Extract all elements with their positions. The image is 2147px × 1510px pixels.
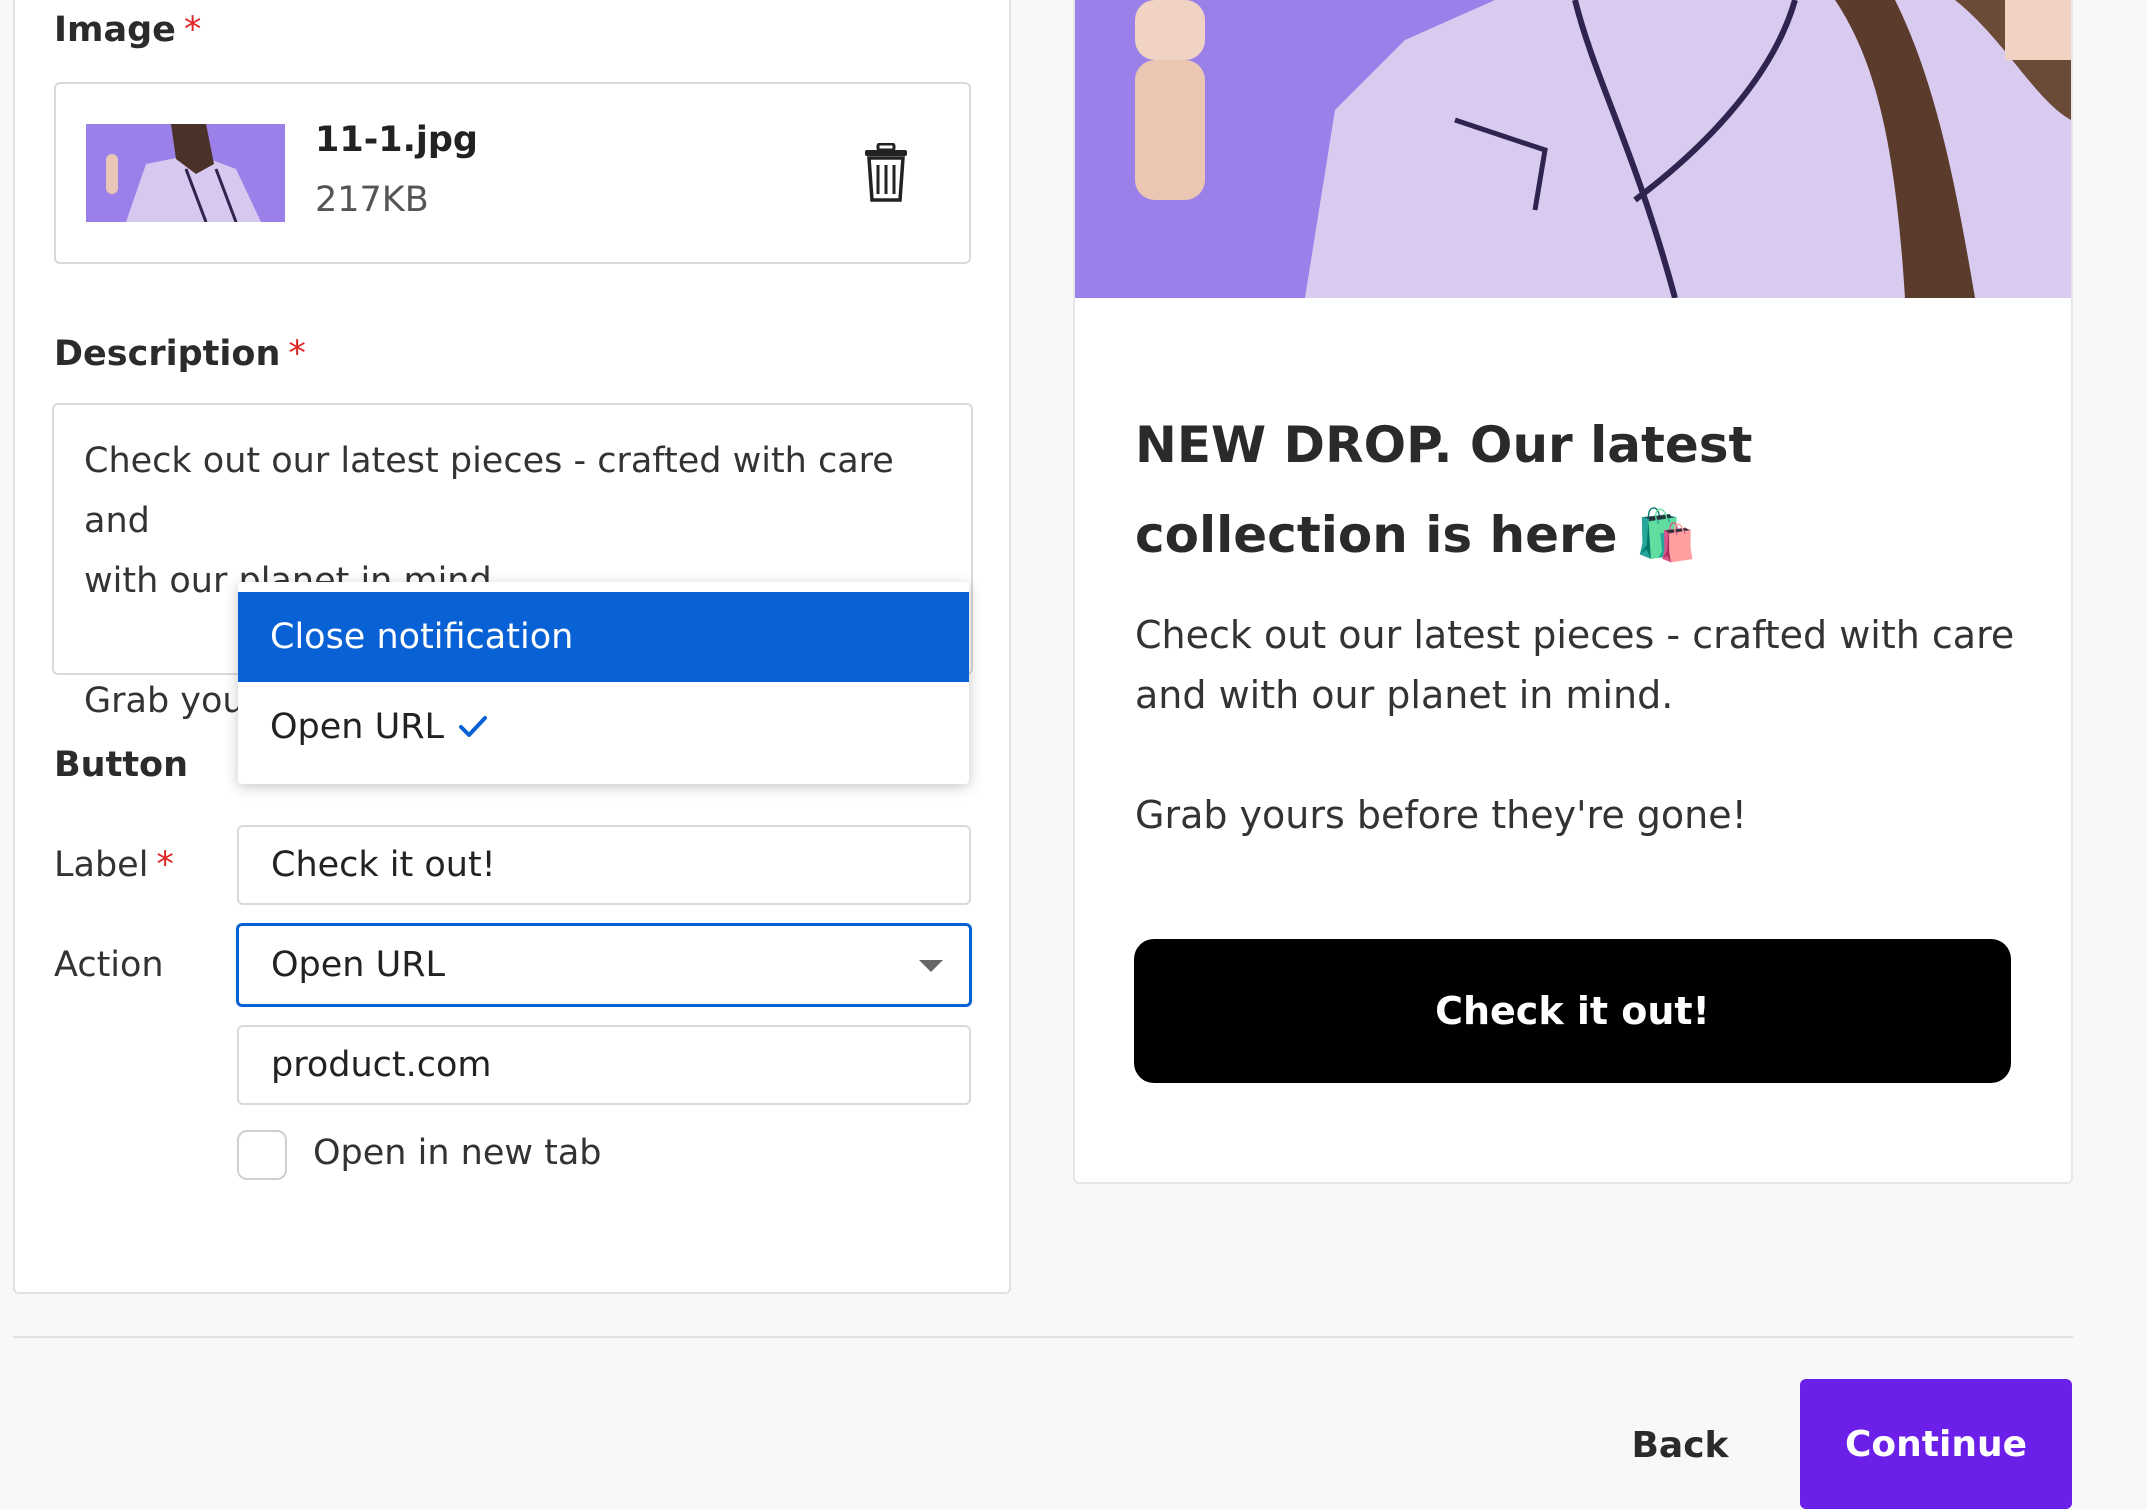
url-input[interactable]: product.com — [237, 1025, 971, 1105]
image-label-text: Image — [54, 10, 176, 50]
required-mark: * — [288, 334, 306, 374]
image-field-label: Image * — [54, 10, 201, 50]
check-icon — [459, 716, 488, 737]
preview-body-line: Check out our latest pieces - crafted wi… — [1135, 613, 2027, 717]
dropdown-option-open-url[interactable]: Open URL — [238, 682, 969, 772]
continue-button[interactable]: Continue — [1800, 1379, 2072, 1509]
preview-cta-button[interactable]: Check it out! — [1134, 939, 2011, 1083]
button-section-label: Button — [54, 745, 189, 785]
required-mark: * — [156, 845, 174, 885]
preview-body-line: Grab yours before they're gone! — [1135, 793, 1747, 837]
file-size: 217KB — [315, 180, 429, 220]
open-new-tab-label[interactable]: Open in new tab — [313, 1133, 602, 1173]
footer-divider — [13, 1336, 2073, 1338]
action-select-value: Open URL — [271, 945, 446, 985]
trash-icon[interactable] — [862, 142, 910, 203]
option-label: Close notification — [270, 617, 574, 657]
preview-title: NEW DROP. Our latest collection is here … — [1135, 416, 1753, 564]
action-dropdown-menu: Close notification Open URL — [238, 582, 969, 784]
label-field-label: Label * — [54, 845, 174, 885]
chevron-down-icon — [919, 960, 943, 972]
dropdown-option-close-notification[interactable]: Close notification — [238, 592, 969, 682]
description-label-text: Description — [54, 334, 281, 374]
file-name: 11-1.jpg — [315, 120, 478, 160]
back-button[interactable]: Back — [1600, 1380, 1760, 1510]
action-select[interactable]: Open URL — [236, 923, 972, 1007]
image-thumbnail — [86, 124, 285, 222]
description-field-label: Description * — [54, 334, 306, 374]
description-line: Check out our latest pieces - crafted wi… — [84, 441, 905, 541]
action-field-label: Action — [54, 945, 164, 985]
button-label-input[interactable]: Check it out! — [237, 825, 971, 905]
preview-hero-image — [1075, 0, 2071, 298]
label-label-text: Label — [54, 845, 149, 885]
required-mark: * — [183, 10, 202, 50]
open-new-tab-checkbox[interactable] — [237, 1130, 287, 1180]
option-label: Open URL — [270, 707, 445, 747]
preview-body: Check out our latest pieces - crafted wi… — [1135, 605, 2035, 845]
